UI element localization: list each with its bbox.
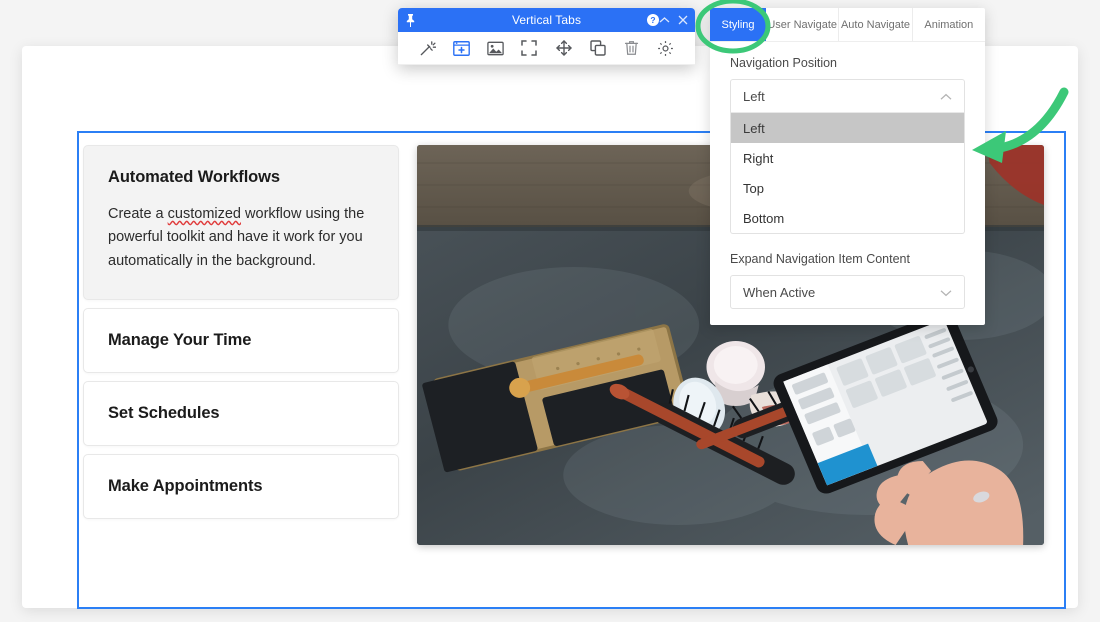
vertical-tabs-settings-modal[interactable]: Vertical Tabs ? (398, 8, 695, 65)
modal-toolbar (398, 32, 695, 65)
tab-user-navigate[interactable]: User Navigate (766, 8, 840, 41)
options-tabs: Styling User Navigate Auto Navigate Anim… (710, 8, 985, 42)
duplicate-icon[interactable] (587, 37, 609, 59)
image-icon[interactable] (484, 37, 506, 59)
tab-item-title: Automated Workflows (108, 168, 280, 186)
modal-titlebar[interactable]: Vertical Tabs ? (398, 8, 695, 32)
navigation-position-options: Left Right Top Bottom (730, 113, 965, 234)
gear-icon[interactable] (655, 37, 677, 59)
tab-animation[interactable]: Animation (913, 8, 985, 41)
tab-styling[interactable]: Styling (710, 8, 766, 41)
expand-nav-item-label: Expand Navigation Item Content (730, 252, 910, 266)
fullscreen-icon[interactable] (518, 37, 540, 59)
vertical-tabs-nav: Automated Workflows Create a customized … (79, 133, 399, 607)
help-circle-icon[interactable]: ? (647, 14, 659, 26)
tab-item-title: Make Appointments (108, 477, 263, 496)
tab-item-title: Set Schedules (108, 404, 220, 423)
close-icon[interactable] (678, 15, 688, 25)
navigation-position-select[interactable]: Left (730, 79, 965, 113)
option-right[interactable]: Right (731, 143, 964, 173)
option-top[interactable]: Top (731, 173, 964, 203)
navigation-position-value: Left (743, 88, 765, 104)
tab-item-set-schedules[interactable]: Set Schedules (83, 381, 399, 447)
option-left[interactable]: Left (731, 113, 964, 143)
chevron-down-icon[interactable] (940, 285, 952, 300)
tab-item-manage-your-time[interactable]: Manage Your Time (83, 308, 399, 374)
expand-nav-item-select[interactable]: When Active (730, 275, 965, 309)
add-module-icon[interactable] (450, 37, 472, 59)
trash-icon[interactable] (621, 37, 643, 59)
tab-auto-navigate[interactable]: Auto Navigate (839, 8, 913, 41)
move-icon[interactable] (553, 37, 575, 59)
tab-item-body: Create a customized workflow using the p… (108, 203, 368, 273)
tab-body-text-before: Create a (108, 206, 168, 222)
navigation-position-label: Navigation Position (730, 56, 838, 70)
magic-wand-icon[interactable] (416, 37, 438, 59)
misspelled-word: customized (167, 206, 241, 222)
svg-text:?: ? (650, 15, 655, 25)
chevron-up-icon[interactable] (940, 89, 952, 104)
modal-title: Vertical Tabs (511, 13, 582, 27)
tab-item-automated-workflows[interactable]: Automated Workflows Create a customized … (83, 145, 399, 301)
options-body: Navigation Position Left Left Right Top … (710, 42, 985, 325)
chevron-up-icon[interactable] (659, 16, 670, 24)
styling-options-panel[interactable]: Styling User Navigate Auto Navigate Anim… (710, 8, 985, 325)
option-bottom[interactable]: Bottom (731, 203, 964, 233)
tab-item-title: Manage Your Time (108, 331, 252, 350)
expand-nav-item-value: When Active (743, 284, 816, 300)
tab-item-make-appointments[interactable]: Make Appointments (83, 454, 399, 520)
